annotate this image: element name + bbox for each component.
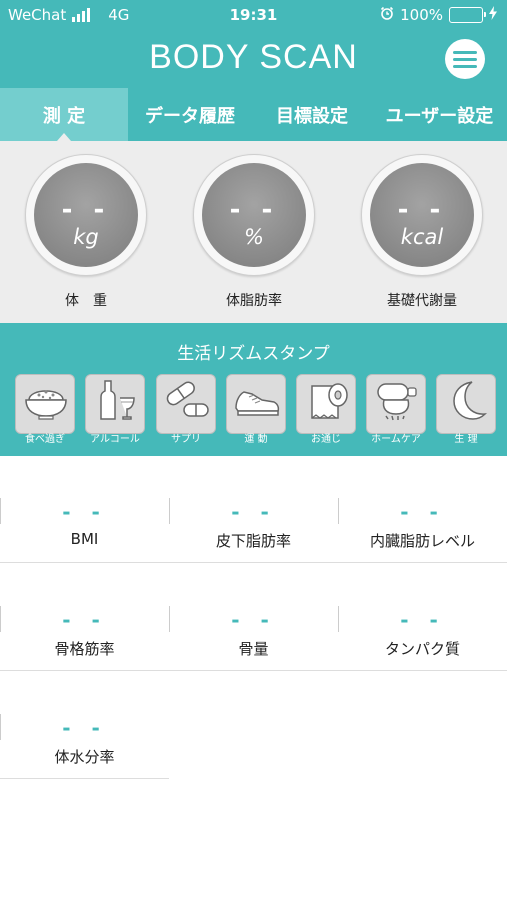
pill-icon: [166, 381, 209, 417]
metric-body-water[interactable]: - - 体水分率: [0, 672, 169, 779]
sneaker-icon: [235, 391, 280, 416]
stamp-overeating[interactable]: 食べ過ぎ: [15, 374, 75, 445]
metric-bone-mass[interactable]: - - 骨量: [169, 564, 338, 671]
tab-measure[interactable]: 測 定: [0, 88, 128, 141]
stamp-alcohol[interactable]: アルコール: [85, 374, 145, 445]
protein-value: - -: [400, 608, 445, 632]
stamp-bowel[interactable]: お通じ: [296, 374, 356, 445]
charging-icon: [489, 6, 497, 24]
tab-data-history[interactable]: データ履歴: [128, 88, 252, 141]
body-fat-label: 体脂肪率: [226, 293, 282, 309]
toilet-paper-icon: [311, 383, 348, 419]
stamps-title: 生活リズムスタンプ: [177, 344, 330, 364]
measurement-gauges: - - kg 体 重 - - % 体脂肪率 - - kcal 基礎代謝量: [0, 141, 507, 323]
metric-bmi[interactable]: - - BMI: [0, 456, 169, 563]
stamp-home-care[interactable]: ホームケア: [366, 374, 426, 445]
metric-visceral-fat[interactable]: - - 内臓脂肪レベル: [338, 456, 507, 563]
weight-value: - -: [61, 195, 111, 225]
gauge-basal-metabolism[interactable]: - - kcal 基礎代謝量: [358, 154, 486, 310]
battery-icon: [449, 7, 486, 23]
metric-skeletal-muscle[interactable]: - - 骨格筋率: [0, 564, 169, 671]
stamp-supplement[interactable]: サプリ: [156, 374, 216, 445]
tab-goal-settings[interactable]: 目標設定: [252, 88, 372, 141]
basal-metabolism-unit: kcal: [400, 225, 444, 249]
body-metrics-grid: - - BMI - - 皮下脂肪率 - - 内臓脂肪レベル - - 骨格筋率 -…: [0, 456, 507, 900]
wine-bottle-icon: [100, 380, 135, 420]
stamp-alcohol-label: アルコール: [90, 434, 140, 445]
subcutaneous-fat-value: - -: [231, 500, 276, 524]
bone-mass-label: 骨量: [238, 640, 269, 658]
life-rhythm-stamps: 生活リズムスタンプ 食べ過ぎ アルコール サプリ 運 動 お通じ ホームケア 生…: [0, 323, 507, 456]
stamp-period-label: 生 理: [454, 434, 478, 445]
bmi-value: - -: [62, 500, 107, 524]
basal-metabolism-label: 基礎代謝量: [387, 293, 457, 309]
app-title: BODY SCAN: [149, 38, 358, 76]
stamp-overeating-label: 食べ過ぎ: [25, 434, 65, 445]
subcutaneous-fat-label: 皮下脂肪率: [215, 532, 291, 550]
body-fat-value: - -: [229, 195, 279, 225]
skeletal-muscle-label: 骨格筋率: [54, 640, 115, 658]
bone-mass-value: - -: [231, 608, 276, 632]
body-fat-unit: %: [244, 225, 264, 249]
bmi-label: BMI: [70, 530, 99, 548]
skeletal-muscle-value: - -: [62, 608, 107, 632]
tab-bar: 測 定 データ履歴 目標設定 ユーザー設定: [0, 88, 507, 141]
visceral-fat-label: 内臓脂肪レベル: [369, 532, 475, 550]
crescent-moon-icon: [453, 381, 487, 420]
basal-metabolism-value: - -: [397, 195, 447, 225]
status-bar: WeChat 4G 19:31 100%: [0, 0, 507, 30]
protein-label: タンパク質: [384, 640, 460, 658]
stamp-bowel-label: お通じ: [311, 434, 341, 445]
alarm-icon: [380, 6, 394, 24]
hamburger-menu-icon[interactable]: [445, 39, 485, 79]
stamp-exercise[interactable]: 運 動: [226, 374, 286, 445]
stamp-supplement-label: サプリ: [171, 434, 201, 445]
metric-protein[interactable]: - - タンパク質: [338, 564, 507, 671]
weight-unit: kg: [73, 225, 99, 249]
metric-subcutaneous-fat[interactable]: - - 皮下脂肪率: [169, 456, 338, 563]
battery-percent: 100%: [400, 6, 443, 24]
gauge-weight[interactable]: - - kg 体 重: [22, 154, 150, 310]
body-water-value: - -: [62, 716, 107, 740]
stamp-exercise-label: 運 動: [244, 434, 268, 445]
tab-user-settings[interactable]: ユーザー設定: [372, 88, 507, 141]
gauge-body-fat[interactable]: - - % 体脂肪率: [190, 154, 318, 310]
app-header: WeChat 4G 19:31 100% BODY SCAN 測 定 データ履歴…: [0, 0, 507, 141]
body-water-label: 体水分率: [54, 748, 115, 766]
visceral-fat-value: - -: [400, 500, 445, 524]
stamp-home-care-label: ホームケア: [371, 434, 421, 445]
weight-label: 体 重: [65, 293, 107, 309]
rice-bowl-icon: [25, 390, 67, 420]
massager-icon: [377, 383, 417, 421]
stamp-period[interactable]: 生 理: [436, 374, 496, 445]
